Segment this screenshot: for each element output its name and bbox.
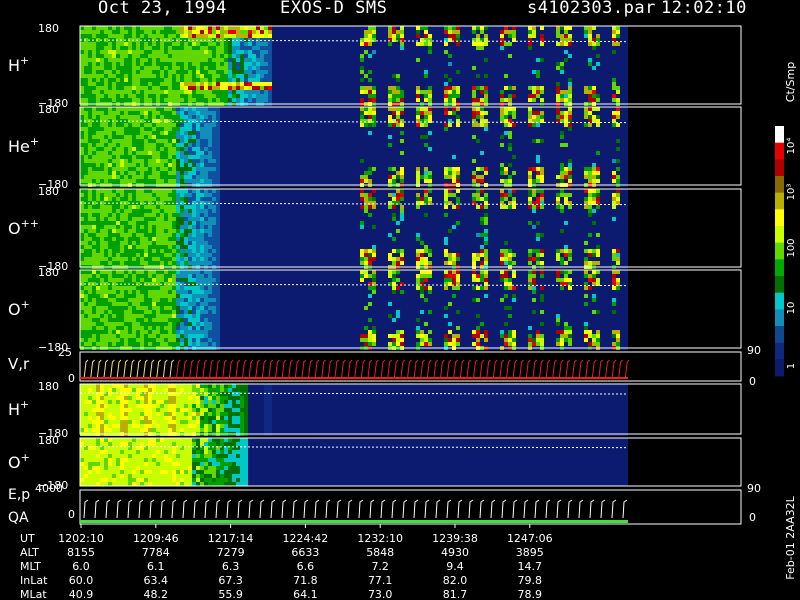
y-top-label: 25 (58, 346, 72, 359)
ephemeris-value: 1209:46 (133, 532, 179, 545)
heatmap-panel-1 (79, 25, 742, 106)
panel-label-ep: E,p (8, 487, 30, 503)
ephemeris-value: 1217:14 (208, 532, 254, 545)
ephemeris-value: 7279 (217, 546, 245, 559)
colorbar-segment (775, 292, 784, 310)
panel-label-qa: QA (8, 510, 29, 526)
colorbar-segment (775, 342, 784, 360)
ephemeris-value: 14.7 (518, 560, 543, 573)
qa-bar (80, 520, 628, 523)
ephemeris-label-inlat: InLat (20, 574, 48, 587)
velocity-panel (79, 351, 742, 382)
y-right-bottom-label: 0 (749, 375, 756, 388)
ephemeris-value: 6.1 (147, 560, 165, 573)
colorbar-title: Ct/Smp (784, 62, 797, 102)
ephemeris-value: 82.0 (443, 574, 468, 587)
ephemeris-value: 78.9 (518, 588, 543, 600)
species-label: O+ (8, 298, 30, 319)
heatmap-panel-4 (79, 269, 742, 350)
heatmap-panel-5 (79, 383, 742, 436)
ephemeris-value: 55.9 (218, 588, 243, 600)
heatmap-panel-3 (79, 188, 742, 269)
y-bottom-label: 0 (68, 372, 75, 385)
energy-qa-panel (79, 489, 742, 525)
colorbar-segment (775, 226, 784, 244)
heatmap-panel-6 (79, 437, 742, 487)
ephemeris-value: 6.0 (72, 560, 90, 573)
colorbar-tick-label: 10³ (786, 184, 797, 201)
colorbar-segment (775, 259, 784, 277)
ephemeris-value: 48.2 (144, 588, 169, 600)
colorbar-segment (775, 142, 784, 160)
ephemeris-value: 60.0 (69, 574, 94, 587)
ephemeris-value: 79.8 (518, 574, 543, 587)
ephemeris-value: 1247:06 (507, 532, 553, 545)
ephemeris-value: 6.6 (297, 560, 315, 573)
ephemeris-value: 1202:10 (58, 532, 104, 545)
ephemeris-value: 6633 (291, 546, 319, 559)
colorbar-tick-label: 100 (786, 238, 797, 257)
ephemeris-value: 40.9 (69, 588, 94, 600)
ephemeris-value: 7.2 (371, 560, 389, 573)
ephemeris-value: 3895 (516, 546, 544, 559)
species-label: H+ (8, 398, 29, 419)
colorbar-segment (775, 359, 784, 377)
ephemeris-label-alt: ALT (20, 546, 39, 559)
ephemeris-value: 64.1 (293, 588, 318, 600)
ephemeris-value: 6.3 (222, 560, 240, 573)
colorbar-segment (775, 209, 784, 227)
panel-frame (79, 489, 742, 525)
species-label: O+ (8, 451, 30, 472)
y-top-label: 4000 (35, 482, 63, 495)
ephemeris-label-mlat: MLat (20, 588, 47, 600)
ephemeris-label-mlt: MLT (20, 560, 41, 573)
y-top-label: 180 (38, 185, 59, 198)
colorbar-segment (775, 326, 784, 344)
colorbar: 10⁴ 10³ 100 10 1 Ct/Smp (775, 62, 797, 377)
spectrogram-plot: 180−180H+180−180He+180−180O++180−180O+18… (8, 22, 797, 600)
colorbar-segment (775, 276, 784, 294)
ephemeris-value: 63.4 (144, 574, 169, 587)
ephemeris-value: 1232:10 (357, 532, 403, 545)
y-right-top-label: 90 (747, 482, 761, 495)
ephemeris-value: 8155 (67, 546, 95, 559)
ephemeris-label-ut: UT (20, 532, 35, 545)
side-note: Feb-01 2AA32L (784, 495, 797, 579)
species-label: He+ (8, 135, 39, 156)
ephemeris-table: UT 1202:10 1209:46 1217:14 1224:42 1232:10 123… (20, 532, 553, 600)
panel-frame (79, 351, 742, 382)
ephemeris-value: 4930 (441, 546, 469, 559)
colorbar-segment (775, 176, 784, 194)
colorbar-tick-label: 10 (786, 302, 797, 315)
y-top-label: 180 (38, 380, 59, 393)
colorbar-segment (775, 192, 784, 210)
colorbar-segment (775, 126, 784, 144)
y-right-top-label: 90 (747, 344, 761, 357)
colorbar-tick-label: 10⁴ (786, 138, 797, 155)
y-top-label: 180 (38, 434, 59, 447)
ephemeris-value: 77.1 (368, 574, 393, 587)
colorbar-segment (775, 159, 784, 177)
colorbar-tick-label: 1 (786, 363, 797, 369)
ephemeris-value: 71.8 (293, 574, 318, 587)
ephemeris-value: 1224:42 (283, 532, 329, 545)
y-top-label: 180 (38, 103, 59, 116)
panel-label-vr: V,r (8, 355, 30, 373)
y-top-label: 180 (38, 266, 59, 279)
colorbar-segment (775, 309, 784, 327)
ephemeris-value: 67.3 (218, 574, 243, 587)
heatmap-panel-2 (79, 106, 742, 187)
ephemeris-value: 7784 (142, 546, 170, 559)
species-label: H+ (8, 54, 29, 75)
colorbar-segment (775, 242, 784, 260)
y-right-bottom-label: 0 (749, 511, 756, 524)
ephemeris-value: 81.7 (443, 588, 468, 600)
y-bottom-label: 0 (68, 508, 75, 521)
ephemeris-value: 73.0 (368, 588, 393, 600)
species-label: O++ (8, 217, 39, 238)
y-top-label: 180 (38, 22, 59, 35)
ephemeris-value: 5848 (366, 546, 394, 559)
ephemeris-value: 9.4 (446, 560, 464, 573)
ephemeris-value: 1239:38 (432, 532, 478, 545)
